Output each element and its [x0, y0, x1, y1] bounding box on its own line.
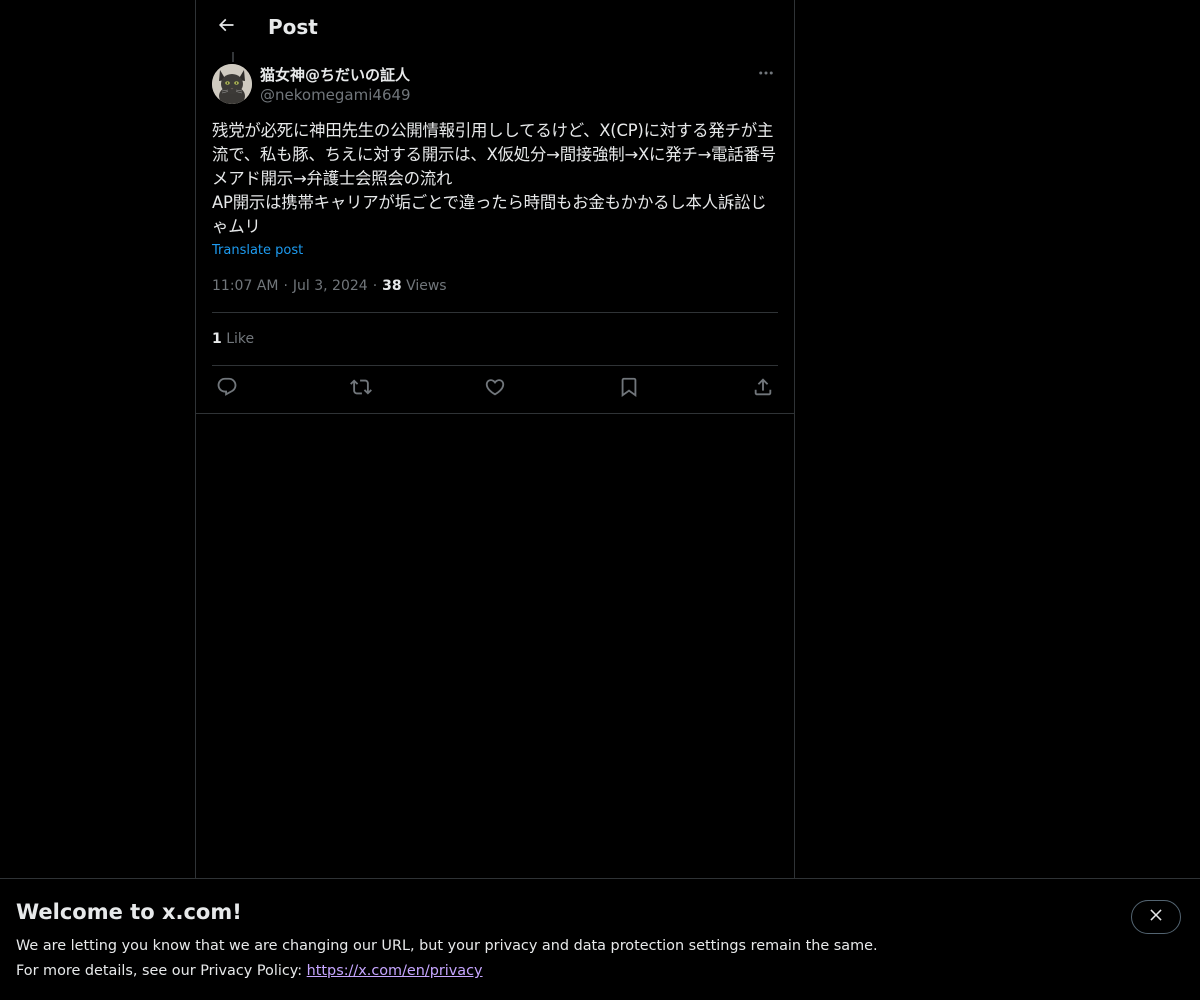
more-options-button[interactable]: [754, 64, 778, 86]
close-banner-button[interactable]: [1131, 900, 1181, 934]
repost-icon: [350, 376, 372, 402]
views-count: 38: [382, 278, 402, 294]
post-time[interactable]: 11:07 AM: [212, 278, 278, 294]
post-text: 残党が必死に神田先生の公開情報引用ししてるけど、X(CP)に対する発チが主流で、…: [212, 121, 776, 236]
like-icon: [484, 376, 506, 402]
url-change-banner: Welcome to x.com! We are letting you kno…: [0, 878, 1200, 1000]
likes-summary[interactable]: 1 Like: [212, 328, 254, 350]
bookmark-icon: [618, 376, 640, 402]
reply-button[interactable]: [212, 376, 242, 402]
divider: [212, 365, 778, 366]
avatar[interactable]: [212, 64, 252, 104]
primary-column: Post 猫女神@ちだいの証人 @nekomegami4649 残党が必死に神田…: [195, 0, 795, 1000]
banner-message: We are letting you know that we are chan…: [16, 938, 878, 954]
bookmark-button[interactable]: [614, 376, 644, 402]
separator: ·: [283, 278, 288, 294]
author-display-name[interactable]: 猫女神@ちだいの証人: [260, 65, 411, 85]
likes-count: 1: [212, 331, 222, 347]
translate-post-link[interactable]: Translate post: [212, 242, 303, 260]
post-header: Post: [196, 0, 794, 54]
banner-title: Welcome to x.com!: [16, 900, 242, 924]
arrow-left-icon: [216, 15, 236, 39]
page: Post 猫女神@ちだいの証人 @nekomegami4649 残党が必死に神田…: [0, 0, 1200, 1000]
likes-label: Like: [226, 331, 255, 347]
banner-privacy-line: For more details, see our Privacy Policy…: [16, 961, 483, 981]
divider: [212, 312, 778, 313]
repost-button[interactable]: [346, 376, 376, 402]
close-icon: [1147, 906, 1165, 928]
author-info: 猫女神@ちだいの証人 @nekomegami4649: [260, 65, 411, 105]
privacy-policy-link[interactable]: https://x.com/en/privacy: [307, 963, 483, 979]
post-metadata: 11:07 AM · Jul 3, 2024 · 38 Views: [212, 276, 447, 296]
page-title: Post: [268, 15, 318, 39]
like-button[interactable]: [480, 376, 510, 402]
share-icon: [752, 376, 774, 402]
cat-avatar-icon: [212, 64, 252, 104]
banner-privacy-prefix: For more details, see our Privacy Policy…: [16, 963, 307, 979]
more-horizontal-icon: [757, 64, 775, 86]
divider: [196, 413, 794, 414]
post-date[interactable]: Jul 3, 2024: [293, 278, 368, 294]
separator: ·: [372, 278, 378, 294]
thread-connector-line: [232, 52, 234, 62]
post-actions: [212, 376, 778, 402]
share-button[interactable]: [748, 376, 778, 402]
author-handle[interactable]: @nekomegami4649: [260, 85, 411, 105]
reply-icon: [216, 376, 238, 402]
back-button[interactable]: [208, 9, 244, 45]
views-label: Views: [406, 278, 447, 294]
